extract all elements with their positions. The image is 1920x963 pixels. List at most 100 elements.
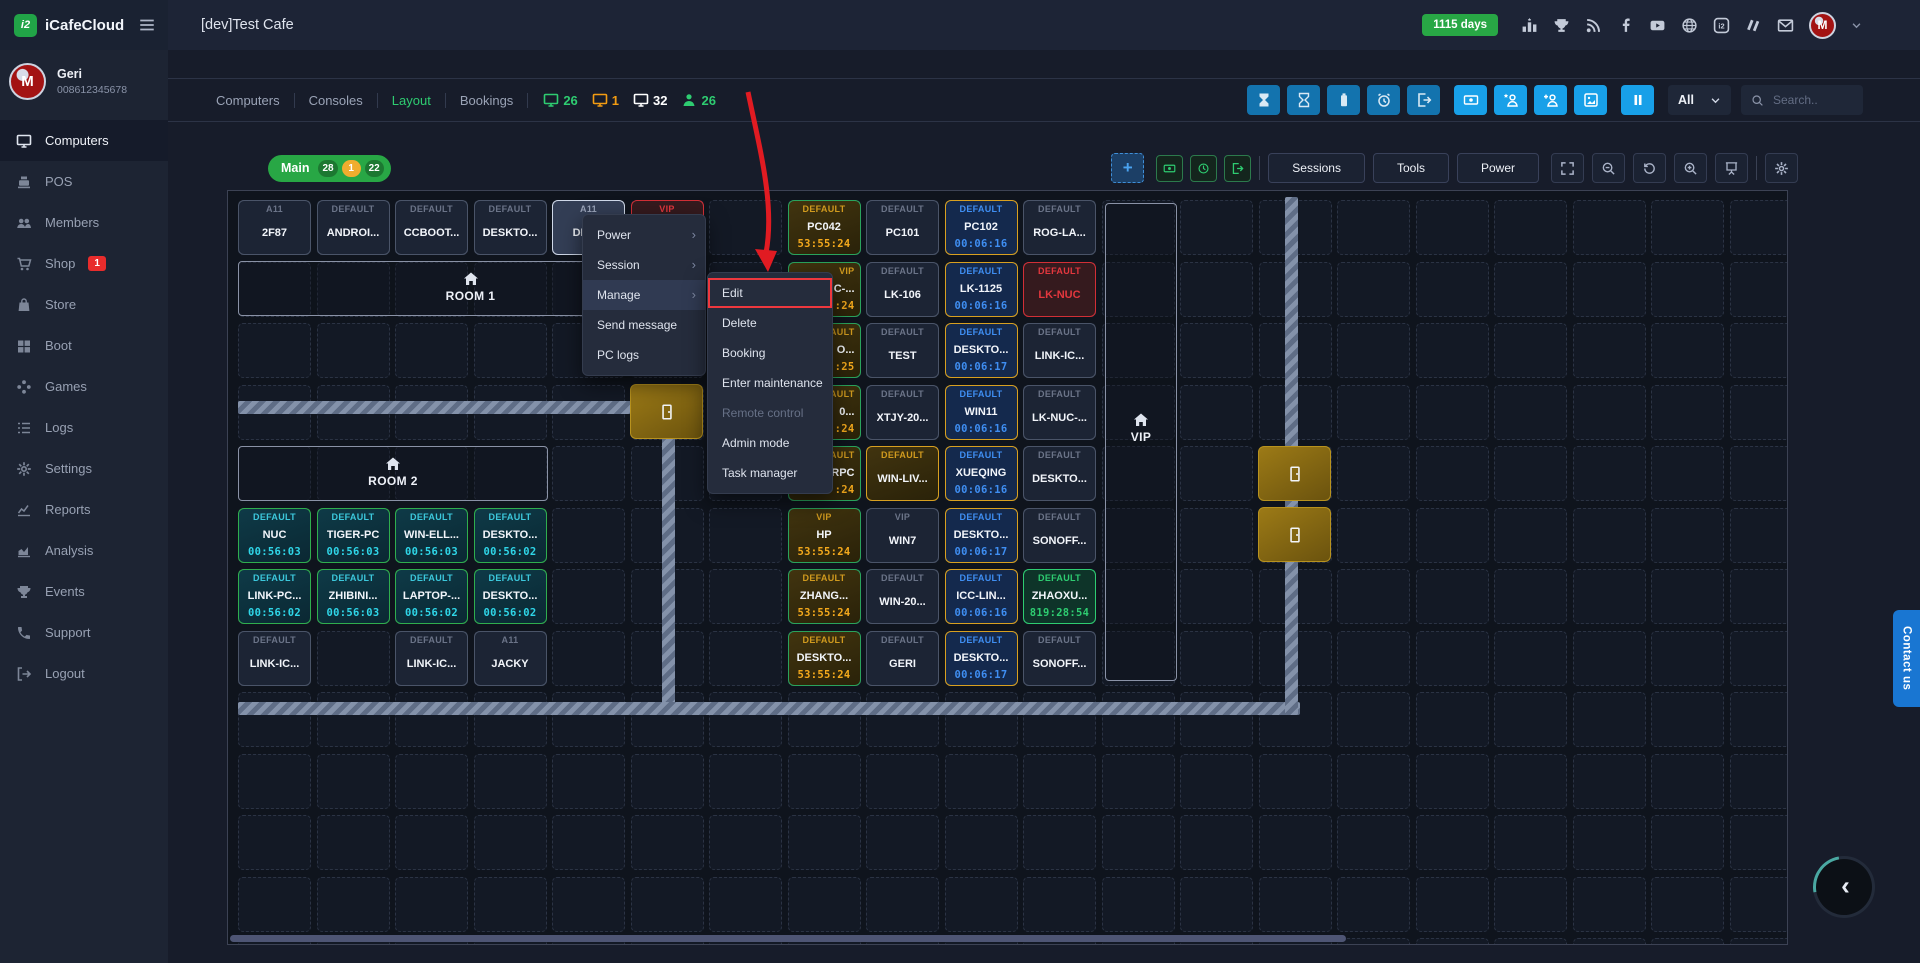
sidebar-item-events[interactable]: Events [0, 571, 168, 612]
pc-win-ell[interactable]: DEFAULTWIN-ELL...00:56:03 [395, 508, 468, 563]
expand-button[interactable] [1551, 153, 1584, 183]
sidebar-item-reports[interactable]: Reports [0, 489, 168, 530]
user-avatar[interactable]: M [1809, 12, 1836, 39]
pc-xueqing[interactable]: DEFAULTXUEQING00:06:16 [945, 446, 1018, 501]
pc-lk-106[interactable]: DEFAULTLK-106 [866, 262, 939, 317]
pc-lk-nuc[interactable]: DEFAULTLK-NUC-... [1023, 385, 1096, 440]
pc-lk-1125[interactable]: DEFAULTLK-112500:06:16 [945, 262, 1018, 317]
hourglass-full-button[interactable] [1247, 85, 1280, 115]
pc-jacky[interactable]: A11JACKY [474, 631, 547, 686]
banknote-button[interactable] [1156, 155, 1183, 182]
pc-sonoff[interactable]: DEFAULTSONOFF... [1023, 631, 1096, 686]
tab-bookings[interactable]: Bookings [446, 93, 528, 108]
submenu-item-admin-mode[interactable]: Admin mode [708, 428, 832, 458]
pc-laptop[interactable]: DEFAULTLAPTOP-...00:56:02 [395, 569, 468, 624]
pc-geri[interactable]: DEFAULTGERI [866, 631, 939, 686]
horizontal-scrollbar[interactable] [230, 935, 1346, 942]
pc-xtjy-20[interactable]: DEFAULTXTJY-20... [866, 385, 939, 440]
context-menu-item-manage[interactable]: Manage [583, 280, 705, 310]
pc-link-ic[interactable]: DEFAULTLINK-IC... [395, 631, 468, 686]
sign-out-button[interactable] [1224, 155, 1251, 182]
power-button[interactable]: Power [1457, 153, 1539, 183]
sidebar-item-settings[interactable]: Settings [0, 448, 168, 489]
sidebar-item-store[interactable]: Store [0, 284, 168, 325]
ranking-icon[interactable] [1521, 17, 1538, 34]
pc-ccboot[interactable]: DEFAULTCCBOOT... [395, 200, 468, 255]
tab-consoles[interactable]: Consoles [295, 93, 378, 108]
sidebar-item-shop[interactable]: Shop1 [0, 243, 168, 284]
tools-button[interactable]: Tools [1373, 153, 1449, 183]
globe-icon[interactable] [1681, 17, 1698, 34]
context-menu-item-session[interactable]: Session [583, 250, 705, 280]
pc-androi[interactable]: DEFAULTANDROI... [317, 200, 390, 255]
pc-zhibini[interactable]: DEFAULTZHIBINI...00:56:03 [317, 569, 390, 624]
sidebar-avatar[interactable]: M [9, 63, 46, 100]
tab-computers[interactable]: Computers [202, 93, 295, 108]
pause-button[interactable] [1621, 85, 1654, 115]
layout-group-main[interactable]: Main 28122 [268, 155, 391, 182]
pc-pc042[interactable]: DEFAULTPC04253:55:24 [788, 200, 861, 255]
sidebar-item-logs[interactable]: Logs [0, 407, 168, 448]
pc-win11[interactable]: DEFAULTWIN1100:06:16 [945, 385, 1018, 440]
contact-us-tab[interactable]: Contact us [1893, 610, 1920, 707]
pc-win7[interactable]: VIPWIN7 [866, 508, 939, 563]
submenu-item-delete[interactable]: Delete [708, 308, 832, 338]
facebook-icon[interactable] [1617, 17, 1634, 34]
sign-out-button[interactable] [1407, 85, 1440, 115]
youtube-icon[interactable] [1649, 17, 1666, 34]
sidebar-item-games[interactable]: Games [0, 366, 168, 407]
pc-link-ic[interactable]: DEFAULTLINK-IC... [1023, 323, 1096, 378]
sidebar-item-members[interactable]: Members [0, 202, 168, 243]
add-layout-item-button[interactable]: + [1111, 153, 1144, 183]
pc-tiger-pc[interactable]: DEFAULTTIGER-PC00:56:03 [317, 508, 390, 563]
pc-link-ic[interactable]: DEFAULTLINK-IC... [238, 631, 311, 686]
pc-2f87[interactable]: A112F87 [238, 200, 311, 255]
photo-button[interactable] [1574, 85, 1607, 115]
trophy-icon[interactable] [1553, 17, 1570, 34]
sidebar-item-analysis[interactable]: Analysis [0, 530, 168, 571]
pc-deskto[interactable]: DEFAULTDESKTO... [1023, 446, 1096, 501]
submenu-item-enter-maintenance[interactable]: Enter maintenance [708, 368, 832, 398]
zoom-out-button[interactable] [1592, 153, 1625, 183]
mail-icon[interactable] [1777, 17, 1794, 34]
history-button[interactable] [1633, 153, 1666, 183]
pc-lk-nuc[interactable]: DEFAULTLK-NUC [1023, 262, 1096, 317]
sidebar-item-boot[interactable]: Boot [0, 325, 168, 366]
context-menu-item-send-message[interactable]: Send message [583, 310, 705, 340]
banknote-button[interactable] [1454, 85, 1487, 115]
screen-button[interactable] [1715, 153, 1748, 183]
sidebar-item-pos[interactable]: POS [0, 161, 168, 202]
pc-deskto[interactable]: DEFAULTDESKTO...00:06:17 [945, 323, 1018, 378]
pc-pc101[interactable]: DEFAULTPC101 [866, 200, 939, 255]
pc-icc-lin[interactable]: DEFAULTICC-LIN...00:06:16 [945, 569, 1018, 624]
pc-win-20[interactable]: DEFAULTWIN-20... [866, 569, 939, 624]
hourglass-empty-button[interactable] [1287, 85, 1320, 115]
submenu-item-task-manager[interactable]: Task manager [708, 458, 832, 488]
power-clock-button[interactable] [1190, 155, 1217, 182]
search-input[interactable]: Search.. [1741, 85, 1863, 115]
zoom-in-button[interactable] [1674, 153, 1707, 183]
pc-sonoff[interactable]: DEFAULTSONOFF... [1023, 508, 1096, 563]
tab-layout[interactable]: Layout [378, 93, 446, 108]
context-menu-item-pc-logs[interactable]: PC logs [583, 340, 705, 370]
rss-icon[interactable] [1585, 17, 1602, 34]
alarm-button[interactable] [1367, 85, 1400, 115]
sidebar-item-support[interactable]: Support [0, 612, 168, 653]
layers-icon[interactable] [1745, 17, 1762, 34]
pc-deskto[interactable]: DEFAULTDESKTO...53:55:24 [788, 631, 861, 686]
icafe-icon[interactable]: i2 [1713, 17, 1730, 34]
pc-zhang[interactable]: DEFAULTZHANG...53:55:24 [788, 569, 861, 624]
layout-settings-button[interactable] [1765, 153, 1798, 183]
person-plus-button[interactable] [1534, 85, 1567, 115]
pc-test[interactable]: DEFAULTTEST [866, 323, 939, 378]
sidebar-item-logout[interactable]: Logout [0, 653, 168, 694]
pc-deskto[interactable]: DEFAULTDESKTO...00:56:02 [474, 508, 547, 563]
pc-link-pc[interactable]: DEFAULTLINK-PC...00:56:02 [238, 569, 311, 624]
sessions-button[interactable]: Sessions [1268, 153, 1365, 183]
person-star-button[interactable] [1494, 85, 1527, 115]
pc-deskto[interactable]: DEFAULTDESKTO...00:56:02 [474, 569, 547, 624]
pc-filter-select[interactable]: All [1668, 85, 1731, 115]
submenu-item-booking[interactable]: Booking [708, 338, 832, 368]
pc-rog-la[interactable]: DEFAULTROG-LA... [1023, 200, 1096, 255]
pc-pc102[interactable]: DEFAULTPC10200:06:16 [945, 200, 1018, 255]
